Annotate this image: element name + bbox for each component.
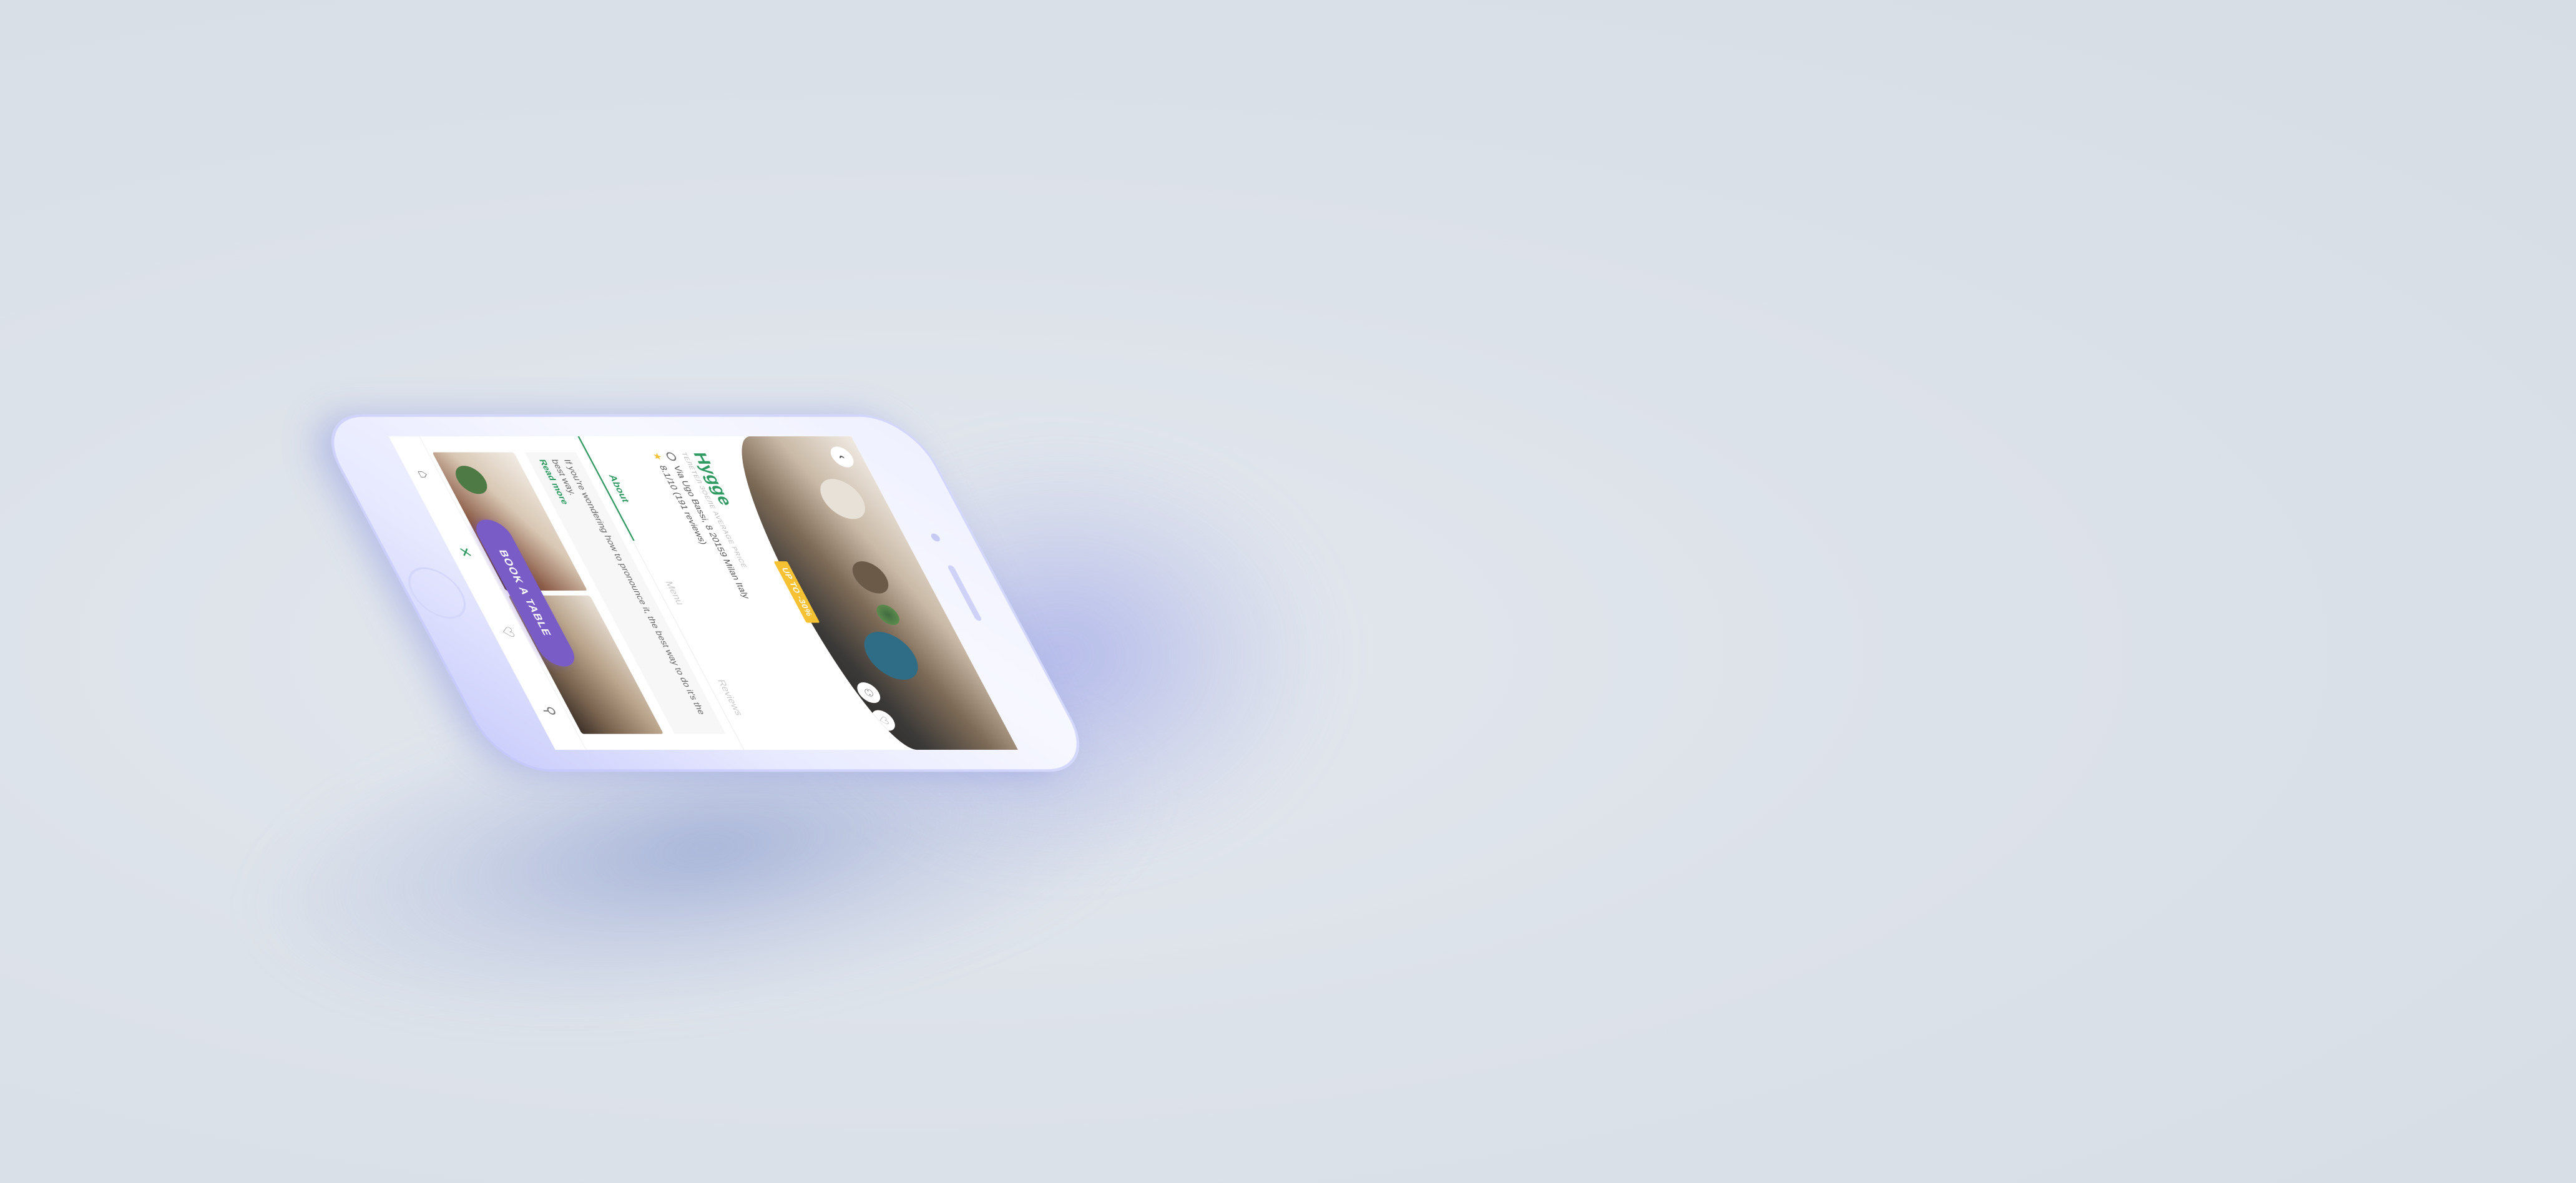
heart-icon[interactable]: ♡ xyxy=(496,626,518,637)
share-icon: ⚇ xyxy=(860,688,878,697)
app-screen: ‹ ⚇ ♡ UP TO -30% Hygge ТЕЛЕТЕЛ ЗОЕЛЕ AVE… xyxy=(388,436,1019,750)
earpiece xyxy=(946,565,983,621)
front-camera xyxy=(929,533,942,542)
favorite-button[interactable]: ♡ xyxy=(868,710,899,731)
home-icon[interactable]: ⌂ xyxy=(414,470,434,478)
user-icon[interactable]: ⚲ xyxy=(539,706,560,716)
back-chevron-icon: ‹ xyxy=(835,454,850,459)
background: ‹ ⚇ ♡ UP TO -30% Hygge ТЕЛЕТЕЛ ЗОЕЛЕ AVE… xyxy=(0,0,2576,1183)
star-icon: ★ xyxy=(650,452,665,461)
cutlery-icon[interactable]: ✕ xyxy=(454,546,476,557)
back-button[interactable]: ‹ xyxy=(826,446,858,468)
pin-icon xyxy=(664,452,678,461)
share-button[interactable]: ⚇ xyxy=(853,682,884,704)
heart-icon: ♡ xyxy=(875,715,893,725)
hero-plant xyxy=(869,602,906,627)
